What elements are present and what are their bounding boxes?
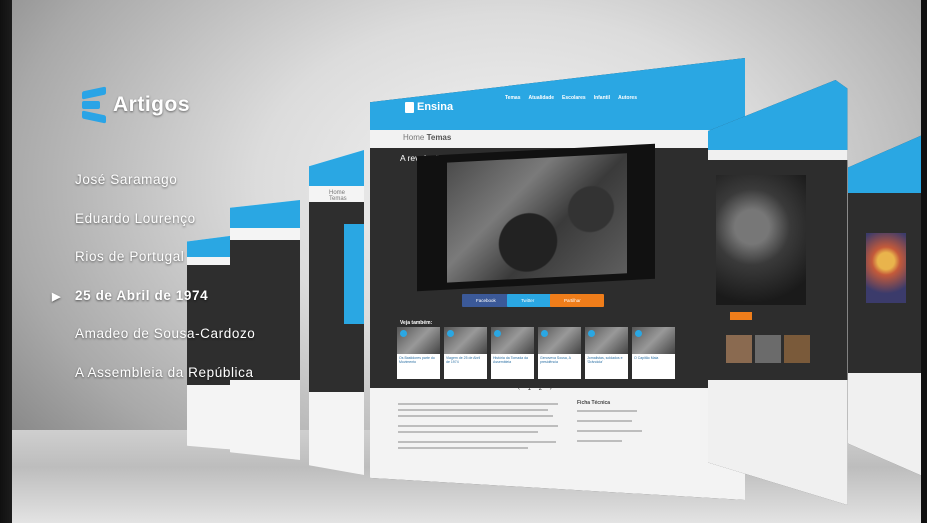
site-menu: Temas Atualidade Escolares Infantil Auto…	[505, 95, 637, 101]
site-brand[interactable]: Ensina	[405, 101, 453, 113]
artigos-logo-icon	[82, 86, 108, 124]
related-thumbnail	[538, 327, 581, 354]
video-frame	[447, 153, 627, 283]
frame-edge-left	[0, 0, 12, 523]
related-thumbnail	[784, 335, 810, 363]
related-thumbnail	[397, 327, 440, 354]
related-item[interactable]: Jornalistas, soldados e 'Grândola'	[585, 327, 628, 379]
card-video	[344, 224, 364, 324]
text-line	[577, 410, 637, 412]
related-item[interactable]: Os Bastidores parte do Movimento	[397, 327, 440, 379]
card-share-button	[730, 312, 752, 320]
menu-item-rios-de-portugal[interactable]: ▶ Rios de Portugal	[50, 247, 300, 286]
card-breadcrumb: Home Temas	[329, 190, 347, 202]
menu-item-25-de-abril[interactable]: ▶ 25 de Abril de 1974	[50, 286, 300, 325]
menu-item-label: 25 de Abril de 1974	[75, 287, 209, 303]
menu-item-atualidade[interactable]: Atualidade	[528, 95, 554, 101]
breadcrumb-home[interactable]: Home	[403, 133, 424, 142]
related-thumbnail	[491, 327, 534, 354]
related-thumbnail	[444, 327, 487, 354]
site-brand-label: Ensina	[417, 101, 454, 113]
text-line	[577, 430, 642, 432]
text-line	[398, 403, 558, 405]
related-thumbnail	[755, 335, 781, 363]
share-button[interactable]: Partilhar	[550, 294, 604, 307]
card-header	[309, 150, 364, 186]
breadcrumb-section[interactable]: Temas	[427, 133, 452, 142]
card-breadcrumb-bar	[708, 150, 848, 160]
app-title: Artigos	[113, 93, 190, 116]
card-video	[716, 175, 806, 305]
menu-item-escolares[interactable]: Escolares	[562, 95, 586, 101]
text-line	[577, 440, 622, 442]
related-item[interactable]: Viagem de 25 de Abril de 1974	[444, 327, 487, 379]
selected-arrow-icon: ▶	[52, 290, 62, 303]
related-item[interactable]: História da Tomada da Assembleia	[491, 327, 534, 379]
article-card-left-1[interactable]: Home Temas	[309, 150, 364, 475]
related-thumbnail	[726, 335, 752, 363]
text-line	[398, 409, 548, 411]
related-item[interactable]: Genoveva Sousa, A presidência	[538, 327, 581, 379]
text-line	[577, 420, 632, 422]
text-line	[398, 441, 556, 443]
see-also-label: Veja também:	[400, 320, 433, 326]
menu-item-label: A Assembleia da República	[75, 364, 254, 380]
text-line	[398, 425, 558, 427]
related-caption: Os Bastidores parte do Movimento	[399, 356, 435, 364]
card-illustration	[866, 233, 906, 303]
tech-sheet-label: Ficha Técnica	[577, 400, 611, 406]
related-list: Os Bastidores parte do Movimento Viagem …	[397, 327, 675, 379]
menu-item-label: Rios de Portugal	[75, 249, 185, 264]
related-caption: História da Tomada da Assembleia	[493, 356, 528, 364]
related-thumbnail	[632, 327, 675, 354]
text-line	[398, 447, 528, 449]
article-menu: ▶ José Saramago ▶ Eduardo Lourenço ▶ Rio…	[50, 170, 300, 401]
text-line	[398, 415, 553, 417]
related-caption: O Capitão Maia	[634, 356, 659, 360]
app-logo[interactable]: Artigos	[82, 86, 190, 124]
menu-item-eduardo-lourenco[interactable]: ▶ Eduardo Lourenço	[50, 209, 300, 248]
related-caption: Viagem de 25 de Abril de 1974	[446, 356, 481, 364]
menu-item-label: Amadeo de Sousa-Cardozo	[75, 326, 256, 341]
menu-item-assembleia[interactable]: ▶ A Assembleia da República	[50, 363, 300, 402]
menu-item-temas[interactable]: Temas	[505, 95, 520, 101]
pagination[interactable]: ‹ 1 2 ›	[518, 386, 555, 392]
stage: Home Temas Ensina Temas Atualidade Escol…	[0, 0, 927, 523]
menu-item-autores[interactable]: Autores	[618, 95, 637, 101]
frame-edge-right	[921, 0, 927, 523]
related-item[interactable]: O Capitão Maia	[632, 327, 675, 379]
related-thumbnail	[585, 327, 628, 354]
video-player[interactable]	[417, 143, 655, 292]
text-line	[398, 431, 538, 433]
menu-item-label: José Saramago	[75, 172, 178, 187]
breadcrumb: Home Temas	[403, 133, 451, 142]
menu-item-jose-saramago[interactable]: ▶ José Saramago	[50, 170, 300, 209]
menu-item-label: Eduardo Lourenço	[75, 210, 196, 226]
article-card-main[interactable]: Ensina Temas Atualidade Escolares Infant…	[370, 58, 745, 500]
related-caption: Jornalistas, soldados e 'Grândola'	[587, 356, 623, 364]
menu-item-amadeo[interactable]: ▶ Amadeo de Sousa-Cardozo	[50, 324, 300, 363]
article-card-right-2[interactable]	[848, 133, 927, 478]
related-caption: Genoveva Sousa, A presidência	[540, 356, 571, 364]
ensina-logo-icon	[405, 101, 414, 113]
card-header	[848, 133, 927, 193]
menu-item-infantil[interactable]: Infantil	[594, 95, 610, 101]
